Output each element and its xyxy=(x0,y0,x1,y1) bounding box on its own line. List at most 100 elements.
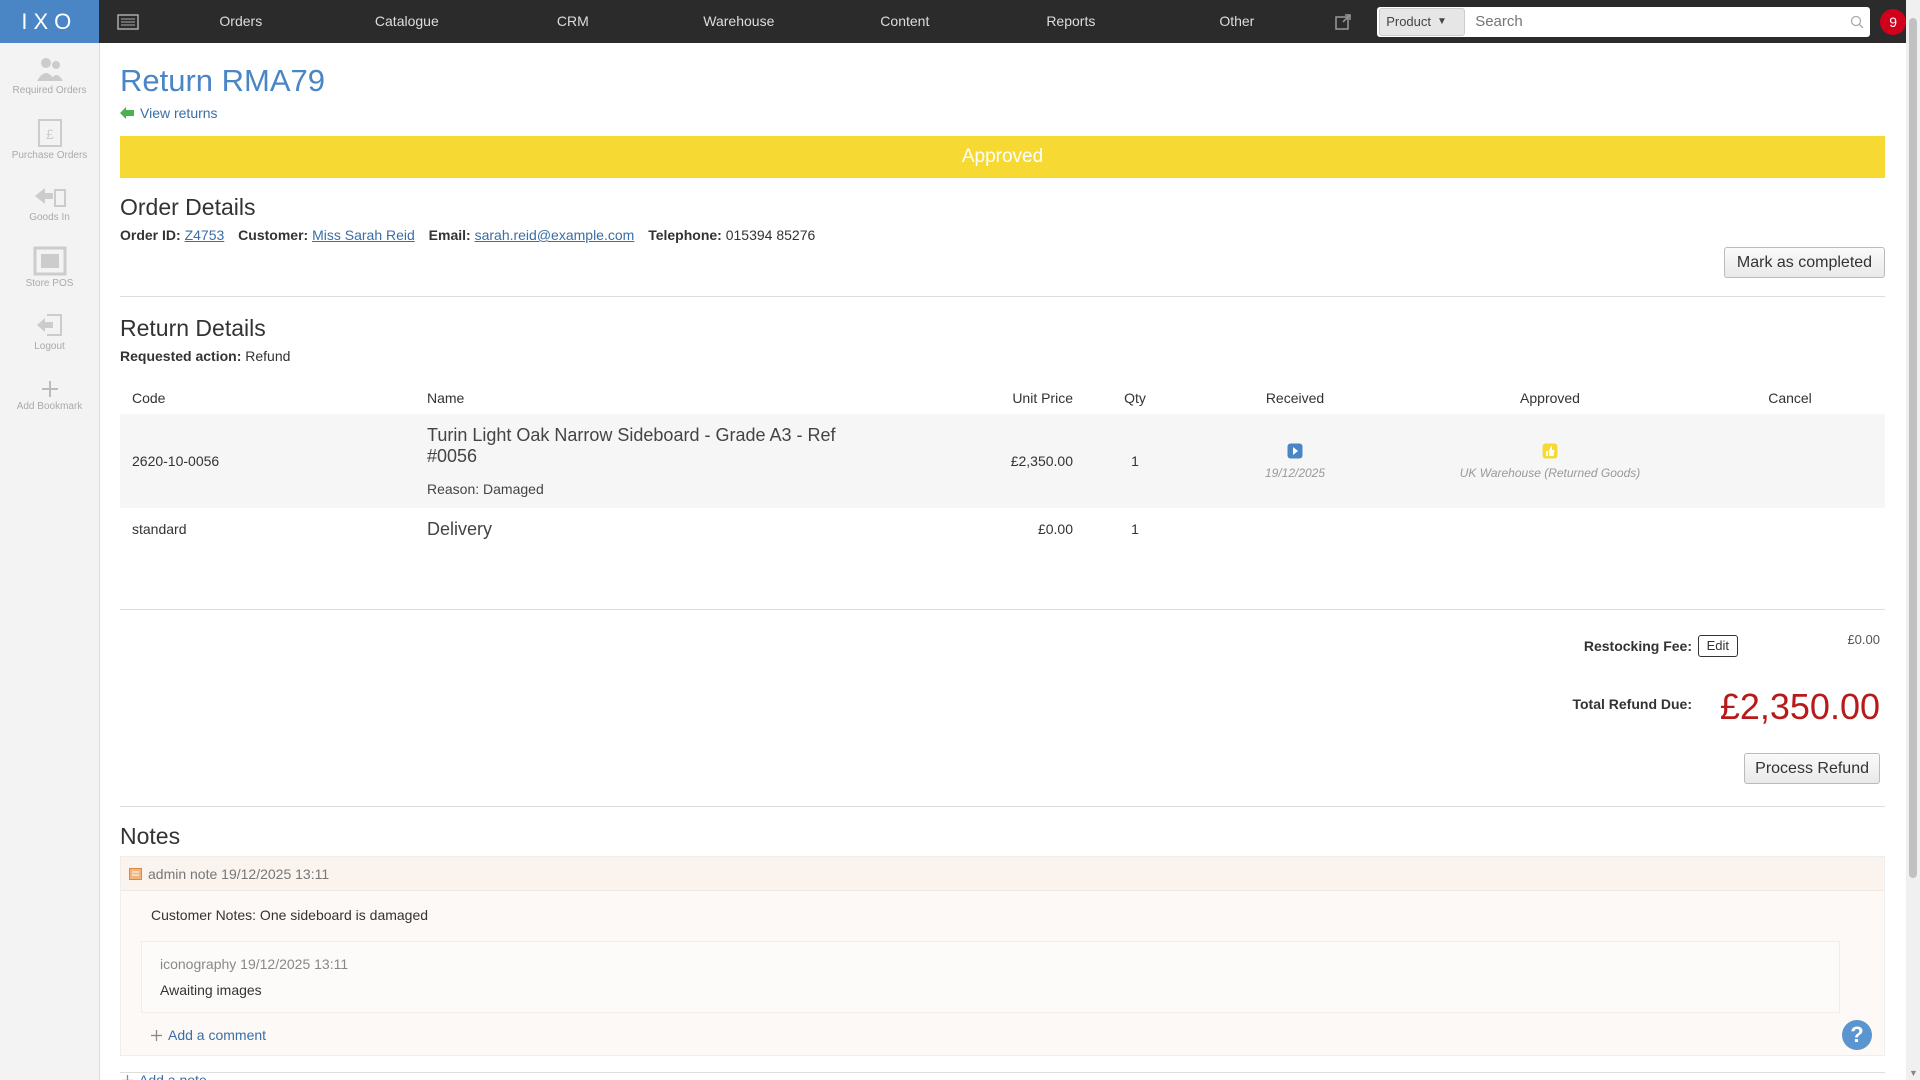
item-reason: Reason: Damaged xyxy=(427,481,544,497)
edit-restocking-button[interactable]: Edit xyxy=(1697,635,1738,657)
sidebar-item-store-pos[interactable]: Store POS xyxy=(0,235,99,299)
received-date: 19/12/2025 xyxy=(1264,465,1326,480)
search-input[interactable] xyxy=(1465,7,1845,36)
note-author-time: admin note 19/12/2025 13:11 xyxy=(148,865,330,882)
sidebar-item-purchase-orders[interactable]: £ Purchase Orders xyxy=(0,107,99,171)
nav-catalogue[interactable]: Catalogue xyxy=(324,0,490,43)
mark-completed-button[interactable]: Mark as completed xyxy=(1724,247,1885,278)
users-icon xyxy=(36,57,63,81)
add-comment-link[interactable]: Add a comment xyxy=(151,1027,1884,1043)
help-icon[interactable]: ? xyxy=(1842,1020,1872,1050)
return-details-section: Return Details Requested action: Refund … xyxy=(120,315,1885,550)
scroll-down-arrow-icon[interactable]: ▼ xyxy=(1909,1068,1918,1078)
return-items-table: Code Name Unit Price Qty Received Approv… xyxy=(120,390,1885,550)
column-header-code: Code xyxy=(132,390,166,406)
search-icon[interactable] xyxy=(1844,15,1870,29)
item-received-cell xyxy=(1185,508,1405,550)
order-info-line: Order ID: Z4753 Customer: Miss Sarah Rei… xyxy=(120,227,1885,243)
requested-action-value: Refund xyxy=(245,348,291,364)
totals-section: Restocking Fee: Edit £0.00 Total Refund … xyxy=(120,609,1885,799)
add-note-link[interactable]: Add a note xyxy=(120,1072,1885,1080)
column-header-name: Name xyxy=(427,390,465,406)
telephone-value: 015394 85276 xyxy=(725,227,816,243)
item-code: standard xyxy=(132,521,187,537)
sidebar-item-goods-in[interactable]: Goods In xyxy=(0,171,99,235)
approved-thumbs-up-icon[interactable] xyxy=(1542,443,1558,459)
svg-text:£: £ xyxy=(46,126,54,142)
view-returns-link[interactable]: View returns xyxy=(120,105,1885,121)
total-refund-value: £2,350.00 xyxy=(1719,686,1880,727)
add-comment-label: Add a comment xyxy=(168,1027,267,1043)
sidebar-item-add-bookmark[interactable]: Add Bookmark xyxy=(0,363,99,427)
received-check-icon[interactable] xyxy=(1287,443,1303,459)
customer-label: Customer: xyxy=(238,227,309,243)
item-qty: 1 xyxy=(1131,521,1139,537)
item-name: Turin Light Oak Narrow Sideboard - Grade… xyxy=(427,425,836,466)
column-header-cancel: Cancel xyxy=(1768,390,1812,406)
return-details-heading: Return Details xyxy=(120,315,266,341)
customer-link[interactable]: Miss Sarah Reid xyxy=(312,227,415,243)
sidebar-item-logout[interactable]: Logout xyxy=(0,299,99,363)
main-nav: Orders Catalogue CRM Warehouse Content R… xyxy=(158,0,1320,43)
pound-document-icon: £ xyxy=(37,118,62,147)
sidebar-label: Logout xyxy=(34,340,65,352)
comment-text: Awaiting images xyxy=(160,982,262,998)
search-type-value: Product xyxy=(1386,14,1432,29)
requested-action-label: Requested action: xyxy=(120,348,242,364)
page-bottom-divider xyxy=(120,1072,1885,1073)
total-refund-label: Total Refund Due: xyxy=(1572,696,1692,712)
note-header: admin note 19/12/2025 13:11 xyxy=(121,857,1884,891)
search-type-select[interactable]: Product ▼ xyxy=(1379,7,1466,36)
column-header-received: Received xyxy=(1265,390,1325,406)
page-title: Return RMA79 xyxy=(120,63,326,98)
order-details-heading: Order Details xyxy=(120,194,256,220)
item-approved-cell: UK Warehouse (Returned Goods) xyxy=(1405,414,1695,508)
status-banner: Approved xyxy=(120,136,1885,178)
item-cancel-cell xyxy=(1695,508,1885,550)
notification-badge[interactable]: 9 xyxy=(1880,8,1907,35)
add-note-label: Add a note xyxy=(139,1072,207,1080)
item-received-cell: 19/12/2025 xyxy=(1185,414,1405,508)
note-comment: iconography 19/12/2025 13:11 Awaiting im… xyxy=(141,941,1840,1013)
item-cancel-cell xyxy=(1695,414,1885,508)
scrollbar-thumb[interactable] xyxy=(1909,18,1917,878)
nav-orders[interactable]: Orders xyxy=(158,0,324,43)
column-header-approved: Approved xyxy=(1520,390,1580,406)
plus-icon xyxy=(151,1029,162,1041)
approved-location: UK Warehouse (Returned Goods) xyxy=(1459,465,1641,480)
item-code: 2620-10-0056 xyxy=(132,453,220,469)
sidebar-label: Purchase Orders xyxy=(11,149,88,161)
view-returns-label: View returns xyxy=(140,105,218,121)
process-refund-button[interactable]: Process Refund xyxy=(1744,753,1880,784)
logout-icon xyxy=(36,313,62,336)
goods-in-icon xyxy=(34,187,66,207)
item-unit-price: £0.00 xyxy=(1037,521,1073,537)
comment-author-time: iconography 19/12/2025 13:11 xyxy=(160,956,349,972)
sidebar-item-required-orders[interactable]: Required Orders xyxy=(0,43,99,107)
nav-content[interactable]: Content xyxy=(822,0,988,43)
order-details-section: Order Details Order ID: Z4753 Customer: … xyxy=(120,194,1885,243)
back-arrow-icon xyxy=(120,107,134,119)
external-link-icon[interactable] xyxy=(1320,0,1365,43)
nav-reports[interactable]: Reports xyxy=(988,0,1154,43)
sidebar-label: Required Orders xyxy=(12,84,87,96)
plus-icon xyxy=(122,1074,133,1080)
notes-heading: Notes xyxy=(120,823,181,849)
notes-section: Notes admin note 19/12/2025 13:11 Custom… xyxy=(120,806,1885,1080)
plus-icon xyxy=(41,380,58,397)
email-link[interactable]: sarah.reid@example.com xyxy=(475,227,635,243)
vertical-scrollbar[interactable]: ▼ xyxy=(1906,0,1920,1080)
sidebar-label: Store POS xyxy=(25,277,74,289)
item-unit-price: £2,350.00 xyxy=(1010,453,1073,469)
restocking-fee-label: Restocking Fee: xyxy=(1583,638,1692,654)
note-body: Customer Notes: One sideboard is damaged xyxy=(151,907,429,923)
item-qty: 1 xyxy=(1131,453,1139,469)
table-row: standard Delivery £0.00 1 xyxy=(120,508,1885,550)
order-id-link[interactable]: Z4753 xyxy=(185,227,225,243)
dashboard-grid-icon[interactable] xyxy=(99,0,158,43)
nav-other[interactable]: Other xyxy=(1154,0,1320,43)
nav-crm[interactable]: CRM xyxy=(490,0,656,43)
app-logo[interactable]: IXO xyxy=(0,0,99,43)
main-content: Return RMA79 View returns Approved Order… xyxy=(120,43,1885,1080)
nav-warehouse[interactable]: Warehouse xyxy=(656,0,822,43)
